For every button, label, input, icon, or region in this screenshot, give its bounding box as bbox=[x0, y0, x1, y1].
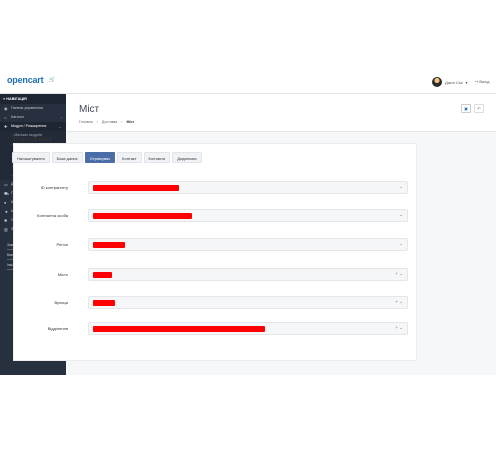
share-icon: ◄ bbox=[4, 209, 8, 214]
opencart-logo[interactable]: opencart 🛒 bbox=[7, 75, 55, 85]
logo-text: opencart bbox=[7, 75, 44, 85]
tab-additional[interactable]: Додатково bbox=[172, 152, 202, 163]
department-select[interactable]: + ⌄ bbox=[88, 322, 408, 335]
redaction-bar bbox=[93, 326, 265, 332]
field-label: Вулиця bbox=[54, 300, 68, 305]
plus-chevron-icon: + ⌄ bbox=[395, 299, 403, 304]
form-row-city: Місто + ⌄ bbox=[13, 268, 417, 284]
back-button[interactable]: ↶ bbox=[474, 104, 484, 113]
save-button[interactable]: ▣ bbox=[461, 104, 471, 113]
tab-database[interactable]: База даних bbox=[51, 152, 83, 163]
tag-icon: ⌂ bbox=[4, 115, 7, 120]
menu-icon: ≡ bbox=[3, 97, 6, 101]
gear-icon: ✺ bbox=[4, 218, 8, 223]
region-select[interactable]: ⌄ bbox=[88, 238, 408, 251]
plus-chevron-icon: + ⌄ bbox=[395, 325, 403, 330]
logout-label: Вихід bbox=[479, 79, 490, 84]
cart-icon: ⛟ bbox=[4, 191, 10, 196]
plus-chevron-icon: + ⌄ bbox=[395, 271, 403, 276]
field-label: Регіон bbox=[56, 242, 69, 247]
street-select[interactable]: + ⌄ bbox=[88, 296, 408, 309]
logout-icon: ↪ bbox=[475, 79, 479, 84]
breadcrumb-separator-icon: › bbox=[121, 120, 123, 124]
sidebar-item-catalog[interactable]: ⌂ Каталог › bbox=[0, 113, 66, 122]
breadcrumb: Головна › Доставка › Міст bbox=[79, 120, 134, 124]
page-title: Міст bbox=[79, 104, 100, 115]
form-row-department: Відділення + ⌄ bbox=[13, 322, 417, 338]
app-window: opencart 🛒 Джон Смі ▾ ↪ Вихід ≡ НАВІГАЦІ… bbox=[0, 68, 496, 375]
field-label: Відділення bbox=[47, 326, 68, 331]
top-header: opencart 🛒 Джон Смі ▾ ↪ Вихід bbox=[0, 68, 496, 94]
city-select[interactable]: + ⌄ bbox=[88, 268, 408, 281]
chevron-down-icon: ⌄ bbox=[58, 124, 62, 129]
redaction-bar bbox=[93, 300, 116, 306]
field-label: ID контрагенту bbox=[40, 185, 68, 190]
tab-contact[interactable]: Контакт bbox=[117, 152, 142, 163]
contact-person-select[interactable]: ⌄ bbox=[88, 209, 408, 222]
chevron-down-icon: ⌄ bbox=[399, 241, 403, 246]
breadcrumb-current: Міст bbox=[126, 120, 135, 124]
field-label: Місто bbox=[57, 272, 68, 277]
chevron-down-icon: ⌄ bbox=[399, 212, 403, 217]
redaction-bar bbox=[93, 272, 113, 278]
reply-icon: ↶ bbox=[477, 106, 481, 111]
sidebar-nav-title: ≡ НАВІГАЦІЯ bbox=[0, 94, 66, 104]
puzzle-icon: ✚ bbox=[4, 124, 8, 129]
form-row-region: Регіон ⌄ bbox=[13, 238, 417, 254]
tab-settings[interactable]: Налаштування bbox=[12, 152, 50, 163]
tab-recipient[interactable]: Отримувач bbox=[84, 152, 116, 163]
tab-contacts[interactable]: Контакти bbox=[143, 152, 171, 163]
monitor-icon: ▭ bbox=[4, 182, 8, 187]
chevron-down-icon: ▾ bbox=[465, 79, 468, 85]
breadcrumb-home[interactable]: Головна bbox=[79, 120, 93, 124]
user-name: Джон Смі bbox=[445, 79, 463, 85]
card-title: Редагування bbox=[13, 136, 53, 143]
save-icon: ▣ bbox=[464, 106, 468, 111]
chevron-right-icon: › bbox=[60, 115, 62, 120]
user-icon: ● bbox=[4, 200, 7, 205]
redaction-bar bbox=[93, 213, 192, 219]
chevron-down-icon: ⌄ bbox=[399, 184, 403, 189]
chart-icon: ▥ bbox=[4, 227, 8, 232]
logo-cart-icon: 🛒 bbox=[49, 77, 56, 83]
dashboard-icon: ◉ bbox=[4, 106, 8, 111]
logout-link[interactable]: ↪ Вихід bbox=[475, 79, 489, 84]
form-row-counterparty: ID контрагенту ⌄ bbox=[13, 181, 417, 197]
breadcrumb-separator-icon: › bbox=[96, 120, 98, 124]
page-header: Міст Головна › Доставка › Міст ▣ ↶ bbox=[66, 94, 496, 132]
counterparty-select[interactable]: ⌄ bbox=[88, 181, 408, 194]
redaction-bar bbox=[93, 242, 125, 248]
breadcrumb-shipping[interactable]: Доставка bbox=[102, 120, 117, 124]
avatar bbox=[432, 77, 442, 87]
field-label: Контактна особа bbox=[37, 213, 68, 218]
redaction-bar bbox=[93, 185, 179, 191]
sidebar-item-dashboard[interactable]: ◉ Панель управління bbox=[0, 104, 66, 113]
tab-bar: Налаштування База даних Отримувач Контак… bbox=[12, 152, 202, 163]
form-row-street: Вулиця + ⌄ bbox=[13, 296, 417, 312]
sidebar-item-extensions[interactable]: ✚ Модулі / Розширення ⌄ bbox=[0, 122, 66, 131]
user-menu[interactable]: Джон Смі ▾ bbox=[432, 77, 467, 87]
form-row-contact-person: Контактна особа ⌄ bbox=[13, 209, 417, 225]
